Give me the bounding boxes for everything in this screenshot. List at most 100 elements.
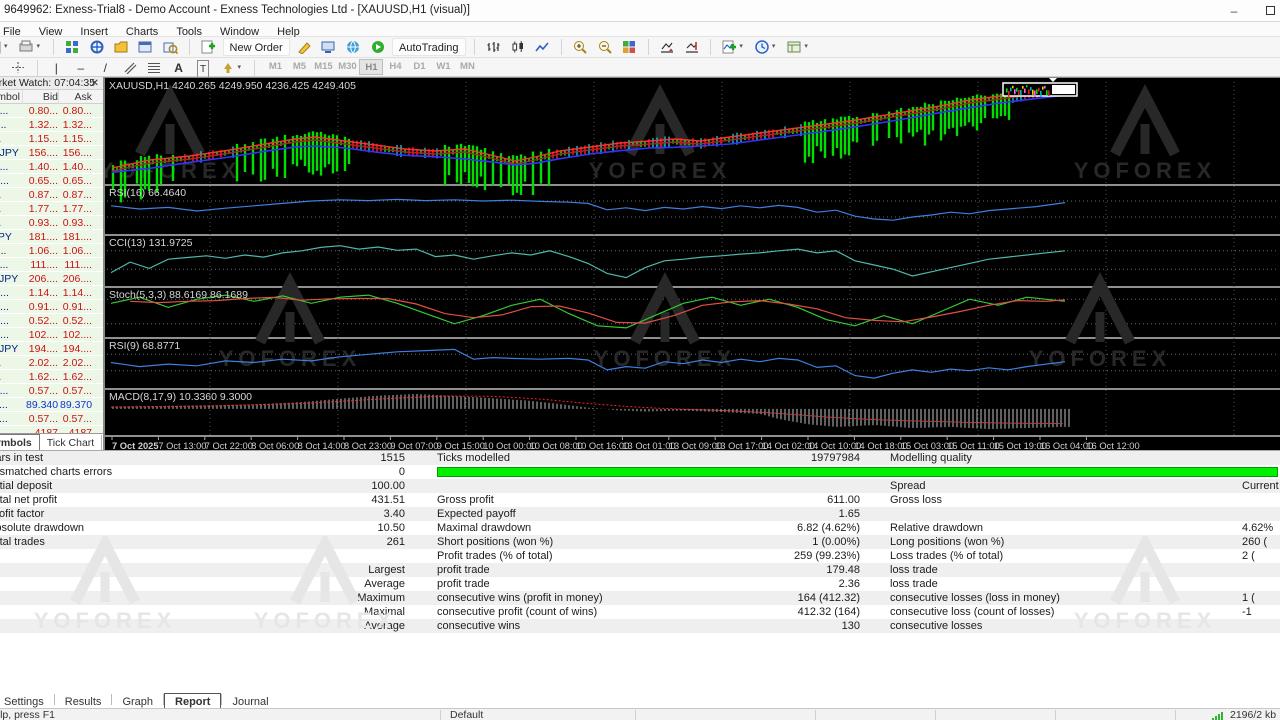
metaeditor-icon[interactable]	[319, 38, 339, 57]
report-cell: consecutive profit (count of wins)	[437, 606, 598, 618]
timeframe-h4[interactable]: H4	[383, 59, 407, 75]
timeframe-m5[interactable]: M5	[287, 59, 311, 75]
market-watch-row[interactable]: BP... 1.06... 1.06...	[0, 244, 103, 258]
close-icon[interactable]: ✕	[91, 77, 99, 90]
bid-value: 0.57...	[28, 385, 58, 397]
zoom-out-icon[interactable]	[595, 38, 615, 57]
candlestick-chart-icon[interactable]	[508, 38, 528, 57]
market-watch-row[interactable]: SDJPY 156.... 156....	[0, 146, 103, 160]
mw-tab-tick-chart[interactable]: Tick Chart	[40, 435, 103, 450]
market-watch-row[interactable]: UD... 0.91... 0.91...	[0, 300, 103, 314]
market-watch-row[interactable]: R... 1.15... 1.15...	[0, 132, 103, 146]
market-watch-row[interactable]: ZD... 0.57... 0.57...	[0, 412, 103, 426]
timeframe-m1[interactable]: M1	[263, 59, 287, 75]
symbol-name: SD...	[0, 161, 9, 173]
new-order-button[interactable]: New Order	[222, 38, 290, 56]
market-watch-row[interactable]: UD... 0.52... 0.52...	[0, 314, 103, 328]
col-bid[interactable]: Bid	[26, 90, 58, 104]
market-watch-row[interactable]: SD... 1.40... 1.40...	[0, 160, 103, 174]
profiles-icon[interactable]	[16, 38, 36, 57]
autotrading-icon[interactable]	[368, 38, 388, 57]
indicator-label: Stoch(5,3,3) 88.6169 86.1689	[109, 289, 248, 301]
profiles-caret[interactable]: ▾	[36, 37, 44, 57]
indicators-icon[interactable]	[719, 38, 739, 57]
text-label-icon[interactable]: T	[193, 59, 213, 80]
zoom-in-icon[interactable]	[570, 38, 590, 57]
market-watch-row[interactable]: SD... 0.80... 0.80...	[0, 104, 103, 118]
market-watch-row[interactable]: RJPY 181.... 181....	[0, 230, 103, 244]
navigator-icon[interactable]	[111, 38, 131, 57]
auto-scroll-icon[interactable]	[657, 38, 677, 57]
col-symbol[interactable]: Symbol	[0, 90, 20, 104]
tile-windows-icon[interactable]	[619, 38, 639, 57]
templates-caret[interactable]: ▾	[804, 37, 812, 57]
periods-icon[interactable]	[752, 38, 772, 57]
bar-chart-icon[interactable]	[483, 38, 503, 57]
report-cell: 259 (99.23%)	[793, 550, 860, 562]
mw-tab-symbols[interactable]: Symbols	[0, 434, 40, 450]
market-watch-row[interactable]: UD... 1.14... 1.14...	[0, 286, 103, 300]
yoforex-watermark: YOFOREX	[1055, 532, 1235, 641]
crosshair-icon[interactable]	[8, 59, 28, 76]
crayon-icon[interactable]	[294, 38, 314, 57]
col-ask[interactable]: Ask	[60, 90, 92, 104]
report-cell: consecutive losses	[890, 620, 983, 632]
market-watch-row[interactable]: ZD... 89.34089.370	[0, 398, 103, 412]
report-cell: 4.62%	[1242, 522, 1274, 534]
new-chart-icon[interactable]	[0, 38, 4, 57]
status-bar: For Help, press F1 Default 2196/2 kb	[0, 708, 1280, 720]
arrows-icon[interactable]	[218, 59, 238, 76]
community-icon[interactable]	[343, 38, 363, 57]
templates-icon[interactable]	[784, 38, 804, 57]
status-profile[interactable]: Default	[450, 709, 483, 720]
market-watch-row[interactable]: UD... 0.65... 0.65...	[0, 174, 103, 188]
vertical-line-icon[interactable]: |	[46, 59, 66, 76]
minimize-button[interactable]: –	[1218, 0, 1250, 22]
market-watch-icon[interactable]	[62, 38, 82, 57]
trendline-icon[interactable]: /	[95, 59, 115, 76]
chart-area[interactable]: XAUUSD,H1 4240.265 4249.950 4236.425 424…	[99, 77, 1280, 451]
line-chart-icon[interactable]	[532, 38, 552, 57]
market-watch-row[interactable]: R... 0.87... 0.87...	[0, 188, 103, 202]
market-watch-row[interactable]: BPJPY 206.... 206....	[0, 272, 103, 286]
arrows-caret[interactable]: ▾	[238, 58, 246, 78]
new-order-icon[interactable]	[198, 38, 218, 57]
market-watch-row[interactable]: AD... 111.... 111....	[0, 258, 103, 272]
timeframe-mn[interactable]: MN	[455, 59, 479, 75]
market-watch-row[interactable]: R... 2.02... 2.02...	[0, 356, 103, 370]
report-cell: Initial deposit	[0, 480, 53, 492]
market-watch-row[interactable]: R... 1.62... 1.62...	[0, 370, 103, 384]
timeframe-h1[interactable]: H1	[359, 59, 384, 75]
ask-value: 1.62...	[62, 371, 92, 383]
timeframe-d1[interactable]: D1	[407, 59, 431, 75]
text-icon[interactable]: A	[169, 59, 189, 76]
market-watch-row[interactable]: R... 1.77... 1.77...	[0, 202, 103, 216]
timeframe-w1[interactable]: W1	[431, 59, 455, 75]
new-chart-caret[interactable]: ▾	[4, 37, 12, 57]
timeframe-m15[interactable]: M15	[311, 59, 335, 75]
maximize-button[interactable]	[1254, 0, 1280, 22]
channel-icon[interactable]	[120, 59, 140, 76]
timeframe-m30[interactable]: M30	[335, 59, 359, 75]
autotrading-button[interactable]: AutoTrading	[391, 38, 466, 56]
report-cell: 260 (	[1242, 536, 1268, 548]
horizontal-line-icon[interactable]: –	[71, 59, 91, 76]
indicators-caret[interactable]: ▾	[739, 37, 747, 57]
cursor-icon[interactable]: ✚	[0, 59, 4, 76]
terminal-icon[interactable]	[136, 38, 156, 57]
market-watch-row[interactable]: UD... 102.... 102....	[0, 328, 103, 342]
report-cell: -1	[1242, 606, 1252, 618]
market-watch-row[interactable]: HFJPY 194.... 194....	[0, 342, 103, 356]
tester-tab-report[interactable]: Report	[164, 693, 222, 709]
report-row: Absolute drawdown 10.50 Maximal drawdown 6.…	[0, 521, 1280, 535]
periods-caret[interactable]: ▾	[772, 37, 780, 57]
data-window-icon[interactable]	[87, 38, 107, 57]
chart-shift-icon[interactable]	[682, 38, 702, 57]
market-watch-row[interactable]: BP... 1.32... 1.32...	[0, 118, 103, 132]
market-watch-row[interactable]: AD... 0.57... 0.57...	[0, 384, 103, 398]
fibonacci-icon[interactable]	[144, 59, 164, 76]
report-cell: Spread	[890, 480, 926, 492]
report-cell: Maximal drawdown	[437, 522, 532, 534]
strategy-tester-icon[interactable]	[160, 38, 180, 57]
market-watch-row[interactable]: R... 0.93... 0.93...	[0, 216, 103, 230]
